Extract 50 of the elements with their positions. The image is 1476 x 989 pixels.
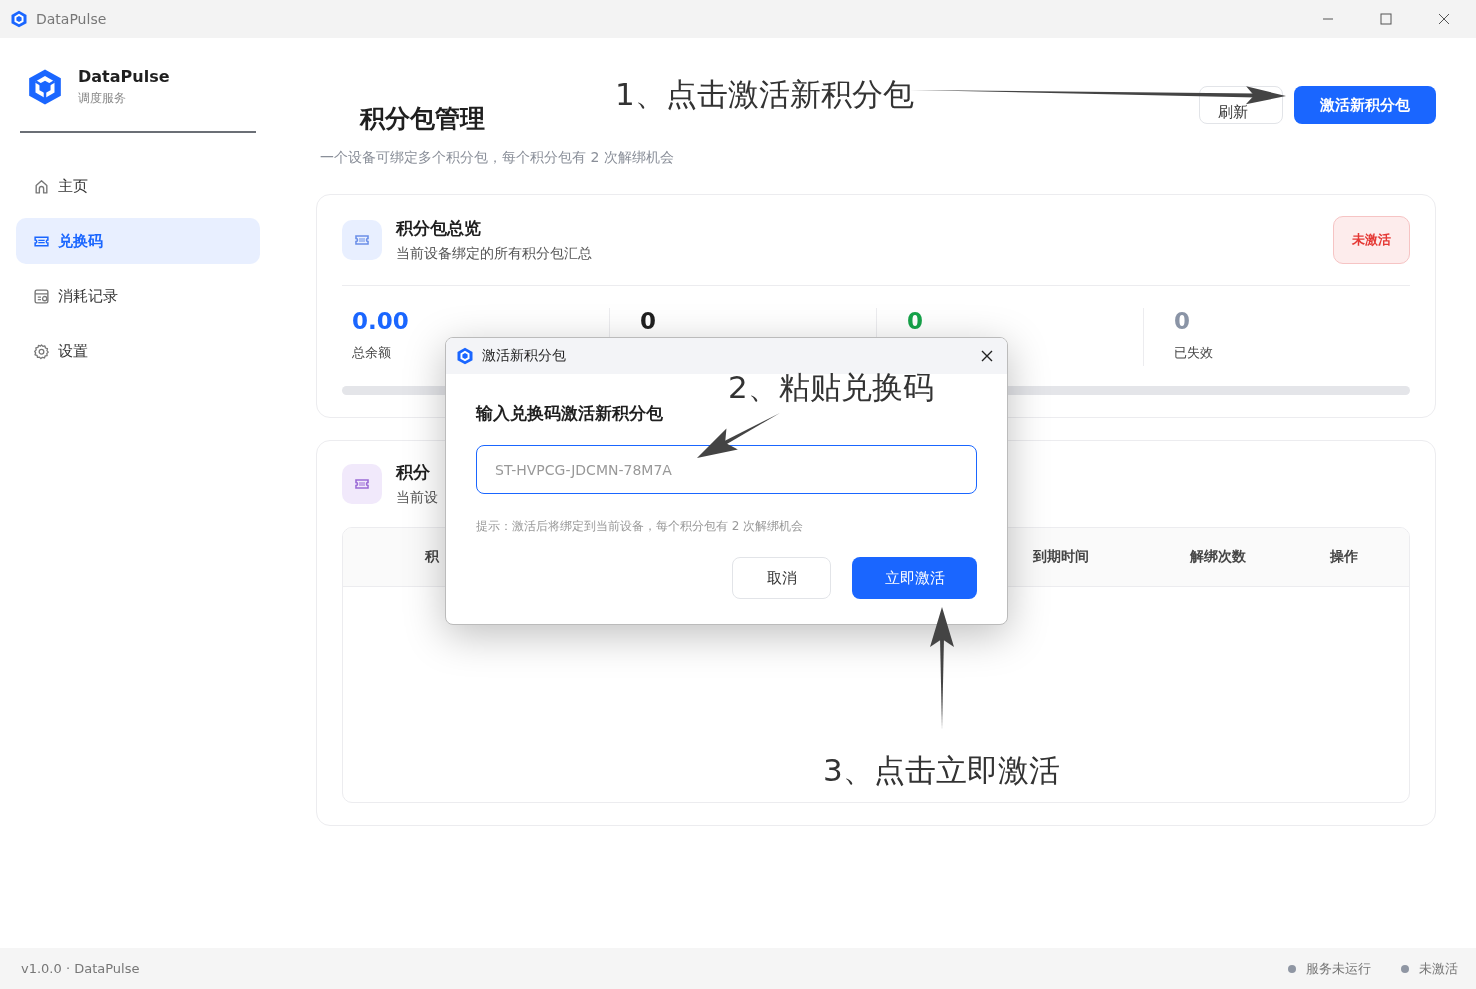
close-icon[interactable] — [981, 350, 993, 362]
maximize-icon[interactable] — [1380, 13, 1392, 25]
annotation-text: 2、粘贴兑换码 — [728, 368, 934, 407]
cube-logo-icon — [26, 67, 64, 107]
brand-subtitle: 调度服务 — [78, 90, 127, 107]
hint-text: 提示：激活后将绑定到当前设备，每个积分包有 2 次解绑机会 — [476, 518, 805, 535]
annotation-text: 1、点击激活新积分包 — [615, 75, 914, 114]
annotation-text: 3、点击立即激活 — [823, 751, 1060, 790]
record-icon — [33, 287, 50, 305]
status-text: 服务未运行 — [1306, 959, 1371, 978]
activate-button[interactable]: 激活新积分包 — [1294, 86, 1436, 124]
card-subtitle: 当前设备绑定的所有积分包汇总 — [396, 245, 592, 263]
ticket-icon — [342, 220, 382, 260]
page-subtitle: 一个设备可绑定多个积分包，每个积分包有 2 次解绑机会 — [320, 149, 674, 167]
stat-label: 已失效 — [1174, 344, 1213, 362]
sidebar-item[interactable]: 消耗记录 — [16, 273, 260, 319]
status-badge: 未激活 — [1333, 216, 1410, 264]
app-logo-icon — [10, 10, 28, 28]
card-title: 积分 — [396, 461, 431, 484]
close-icon[interactable] — [1438, 13, 1450, 25]
sidebar-item[interactable]: 设置 — [16, 328, 260, 374]
stat-value: 0 — [640, 308, 656, 334]
window-title: DataPulse — [36, 11, 107, 27]
stat-value: 0 — [1174, 308, 1190, 334]
column-header: 操作 — [1330, 548, 1358, 566]
ticket-icon — [342, 464, 382, 504]
sidebar-item[interactable]: 主页 — [16, 163, 260, 209]
dialog-heading: 输入兑换码激活新积分包 — [476, 402, 664, 425]
column-header: 到期时间 — [1033, 548, 1089, 566]
cube-logo-icon — [456, 347, 474, 365]
stat-label: 总余额 — [352, 344, 391, 362]
column-header: 解绑次数 — [1190, 548, 1246, 566]
brand-name: DataPulse — [78, 67, 170, 86]
version-text: v1.0.0 · DataPulse — [21, 961, 140, 976]
card-subtitle: 当前设 — [396, 489, 438, 507]
column-header: 积 — [425, 548, 439, 566]
dialog-title: 激活新积分包 — [482, 347, 566, 365]
code-input-field[interactable]: ST-HVPCG-JDCMN-78M7A — [476, 445, 977, 494]
cancel-button[interactable]: 取消 — [732, 557, 831, 599]
sidebar-item[interactable]: 兑换码 — [16, 218, 260, 264]
stat-value: 0 — [907, 308, 923, 334]
status-dot — [1288, 964, 1296, 973]
status-dot — [1401, 964, 1409, 973]
activate-now-button[interactable]: 立即激活 — [852, 557, 977, 599]
status-text: 未激活 — [1419, 959, 1458, 978]
settings-icon — [33, 342, 50, 360]
home-icon — [33, 177, 50, 195]
page-title: 积分包管理 — [360, 103, 485, 135]
stat-value: 0.00 — [352, 308, 409, 334]
card-title: 积分包总览 — [396, 217, 482, 240]
